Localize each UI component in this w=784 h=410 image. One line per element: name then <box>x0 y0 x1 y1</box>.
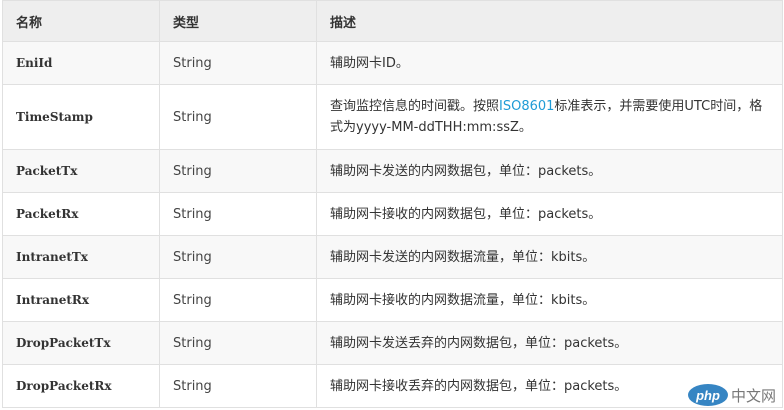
param-type: String <box>159 364 317 408</box>
param-name: IntranetRx <box>2 278 160 322</box>
param-type: String <box>159 84 317 150</box>
param-name: DropPacketRx <box>2 364 160 408</box>
param-desc: 辅助网卡ID。 <box>316 41 783 85</box>
param-type: String <box>159 41 317 85</box>
param-desc: 查询监控信息的时间戳。按照ISO8601标准表示，并需要使用UTC时间，格式为y… <box>316 84 783 150</box>
desc-text: 查询监控信息的时间戳。按照 <box>330 99 500 114</box>
table-row: TimeStamp String 查询监控信息的时间戳。按照ISO8601标准表… <box>2 84 783 150</box>
param-type: String <box>159 321 317 365</box>
param-desc: 辅助网卡接收的内网数据包，单位：packets。 <box>316 192 783 236</box>
header-type: 类型 <box>159 0 317 42</box>
param-type: String <box>159 149 317 193</box>
table-row: IntranetTx String 辅助网卡发送的内网数据流量，单位：kbits… <box>2 235 783 279</box>
php-logo: php <box>687 384 728 406</box>
param-name: TimeStamp <box>2 84 160 150</box>
param-type: String <box>159 192 317 236</box>
param-name: PacketRx <box>2 192 160 236</box>
php-cn-watermark: php 中文网 <box>687 384 776 406</box>
param-desc: 辅助网卡接收的内网数据流量，单位：kbits。 <box>316 278 783 322</box>
table-row: IntranetRx String 辅助网卡接收的内网数据流量，单位：kbits… <box>2 278 783 322</box>
param-desc: 辅助网卡发送丢弃的内网数据包，单位：packets。 <box>316 321 783 365</box>
param-desc: 辅助网卡发送的内网数据包，单位：packets。 <box>316 149 783 193</box>
watermark-text: 中文网 <box>730 386 776 405</box>
param-desc: 辅助网卡发送的内网数据流量，单位：kbits。 <box>316 235 783 279</box>
header-name: 名称 <box>2 0 160 42</box>
table-row: DropPacketTx String 辅助网卡发送丢弃的内网数据包，单位：pa… <box>2 321 783 365</box>
params-table: 名称 类型 描述 EniId String 辅助网卡ID。 TimeStamp … <box>2 0 783 408</box>
table-row: DropPacketRx String 辅助网卡接收丢弃的内网数据包，单位：pa… <box>2 364 783 408</box>
param-name: DropPacketTx <box>2 321 160 365</box>
table-row: PacketRx String 辅助网卡接收的内网数据包，单位：packets。 <box>2 192 783 236</box>
iso8601-link[interactable]: ISO8601 <box>499 99 554 114</box>
param-name: EniId <box>2 41 160 85</box>
table-row: EniId String 辅助网卡ID。 <box>2 41 783 85</box>
param-name: PacketTx <box>2 149 160 193</box>
table-header-row: 名称 类型 描述 <box>2 0 783 42</box>
param-type: String <box>159 235 317 279</box>
table-row: PacketTx String 辅助网卡发送的内网数据包，单位：packets。 <box>2 149 783 193</box>
param-name: IntranetTx <box>2 235 160 279</box>
header-desc: 描述 <box>316 0 783 42</box>
param-type: String <box>159 278 317 322</box>
